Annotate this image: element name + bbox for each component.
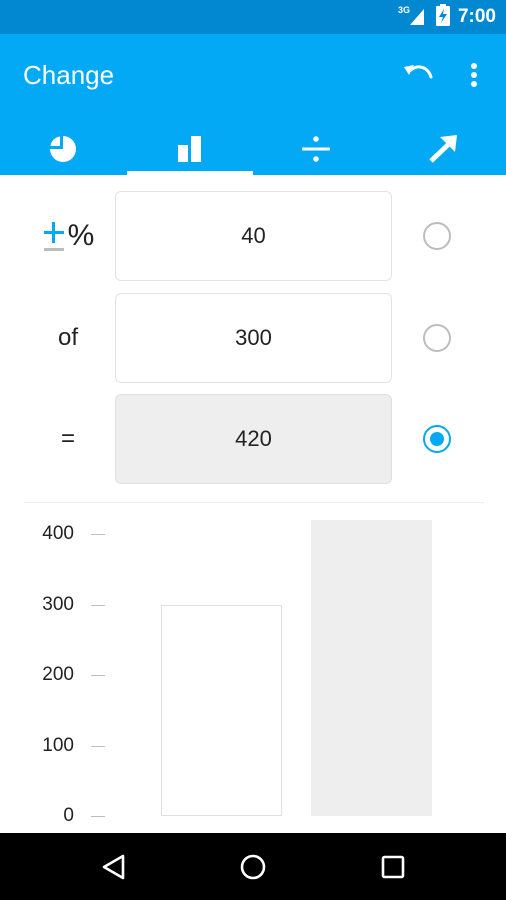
result-value-field[interactable]: 420 — [115, 394, 392, 484]
more-options-button[interactable] — [459, 58, 489, 92]
tab-ratio[interactable] — [253, 122, 380, 175]
percent-label: % — [24, 191, 112, 281]
nav-back-button[interactable] — [78, 833, 148, 900]
base-row: of 300 — [0, 293, 506, 383]
home-icon — [240, 854, 266, 879]
nav-home-button[interactable] — [218, 833, 288, 900]
y-tick-mark — [91, 745, 105, 747]
bar-chart-icon — [177, 135, 201, 162]
original-value-bar — [161, 604, 282, 816]
recents-icon — [381, 855, 405, 878]
status-indicators: 3G 7:00 — [398, 0, 496, 34]
result-row: = 420 — [0, 394, 506, 484]
status-time: 7:00 — [457, 6, 496, 27]
result-radio[interactable] — [423, 425, 451, 453]
mode-tabs — [0, 122, 506, 175]
percent-row: % 40 — [0, 191, 506, 281]
app-bar: Change — [0, 34, 506, 175]
signal-3g-icon: 3G — [398, 3, 428, 32]
nav-recents-button[interactable] — [358, 833, 428, 900]
percent-input[interactable]: 40 — [115, 191, 392, 281]
y-tick-mark — [91, 675, 105, 676]
status-bar: 3G 7:00 — [0, 0, 506, 34]
undo-button[interactable] — [398, 58, 438, 92]
base-value-input[interactable]: 300 — [115, 293, 392, 383]
y-tick-label: 400 — [42, 523, 74, 544]
equals-label: = — [60, 425, 75, 452]
back-icon — [102, 854, 125, 879]
y-tick-mark — [91, 534, 105, 535]
percent-radio[interactable] — [423, 222, 451, 250]
divide-icon — [302, 135, 331, 162]
y-tick-label: 100 — [42, 734, 74, 756]
y-tick-label: 300 — [42, 593, 74, 615]
base-radio[interactable] — [423, 324, 451, 352]
y-tick-mark — [91, 816, 105, 817]
y-tick-label: 0 — [63, 805, 74, 826]
more-vert-icon — [471, 63, 477, 87]
changed-value-bar — [311, 519, 432, 816]
of-label: of — [57, 324, 78, 351]
system-nav-bar — [0, 833, 506, 900]
change-bar-chart: 0 100 200 300 400 — [0, 503, 506, 833]
y-tick-mark — [91, 604, 105, 606]
tab-growth[interactable] — [380, 122, 506, 175]
pie-chart-icon — [50, 135, 77, 162]
tab-percentage[interactable] — [0, 122, 127, 175]
battery-charging-icon — [435, 3, 450, 31]
undo-icon — [404, 65, 433, 79]
y-tick-label: 200 — [42, 664, 74, 685]
plus-minus-icon — [42, 219, 66, 253]
percent-sign: % — [67, 219, 95, 252]
network-type-label: 3G — [398, 5, 410, 15]
page-title: Change — [23, 60, 115, 90]
tab-change[interactable] — [126, 122, 254, 175]
trending-up-arrow-icon — [429, 134, 457, 163]
